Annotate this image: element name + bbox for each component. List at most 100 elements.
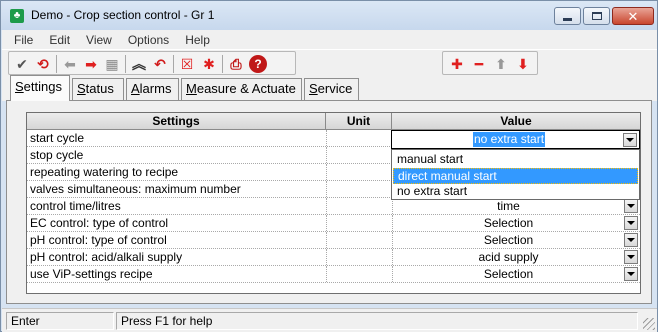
- setting-name: pH control: type of control: [30, 233, 167, 247]
- title-bar[interactable]: ♣ Demo - Crop section control - Gr 1 ✕: [1, 1, 657, 30]
- dropdown-option-no-extra-start[interactable]: no extra start: [393, 184, 638, 200]
- column-header-unit[interactable]: Unit: [326, 113, 392, 130]
- setting-unit: [326, 130, 392, 146]
- setting-value[interactable]: time: [392, 198, 640, 214]
- dropdown-option-direct-manual-start[interactable]: direct manual start: [393, 168, 638, 184]
- tab-status-accel: S: [77, 81, 86, 96]
- setting-unit: [326, 198, 392, 214]
- plus-icon[interactable]: ✚: [447, 54, 467, 74]
- status-mode: Enter: [6, 312, 114, 330]
- chevron-down-icon[interactable]: [624, 233, 638, 247]
- chevron-down-icon[interactable]: [623, 133, 637, 147]
- setting-unit: [326, 181, 392, 197]
- toolbar-group-main: ✔ ⟲ ⬅ ➡ ▦ ︽ ↶ ☒ ✱ ⎙ ?: [8, 51, 296, 75]
- toolbar: ✔ ⟲ ⬅ ➡ ▦ ︽ ↶ ☒ ✱ ⎙ ? ✚ ━ ⬆ ⬇: [2, 49, 657, 75]
- tab-service-accel: S: [309, 81, 318, 96]
- setting-unit: [326, 232, 392, 248]
- arrow-up-icon[interactable]: ⬆: [491, 54, 511, 74]
- tab-measure-actuate[interactable]: Measure & Actuate: [181, 78, 302, 100]
- start-cycle-dropdown-list[interactable]: manual start direct manual start no extr…: [391, 149, 640, 200]
- setting-unit: [326, 249, 392, 265]
- setting-name: valves simultaneous: maximum number: [30, 182, 241, 196]
- chevron-down-icon[interactable]: [624, 267, 638, 281]
- menu-edit[interactable]: Edit: [41, 33, 78, 47]
- app-leaf-icon[interactable]: ♣: [10, 9, 24, 23]
- printer-icon[interactable]: ⎙: [226, 54, 246, 74]
- checkmark-icon[interactable]: ✔: [12, 54, 32, 74]
- setting-unit: [326, 215, 392, 231]
- column-header-settings[interactable]: Settings: [27, 113, 326, 130]
- tab-measure-label: easure & Actuate: [196, 81, 296, 96]
- setting-name: control time/litres: [30, 199, 121, 213]
- chevron-down-icon[interactable]: [624, 250, 638, 264]
- setting-name: start cycle: [30, 131, 85, 145]
- help-icon[interactable]: ?: [249, 55, 267, 73]
- menu-view[interactable]: View: [78, 33, 120, 47]
- table-row[interactable]: control time/litres time: [27, 198, 640, 215]
- window-title: Demo - Crop section control - Gr 1: [31, 8, 215, 22]
- start-cycle-combo[interactable]: no extra start: [391, 130, 640, 149]
- tab-settings[interactable]: Settings: [10, 75, 70, 101]
- setting-value[interactable]: Selection: [392, 215, 640, 231]
- toolbar-separator: [56, 55, 57, 73]
- app-window: ♣ Demo - Crop section control - Gr 1 ✕ F…: [0, 0, 658, 332]
- table-row[interactable]: pH control: type of control Selection: [27, 232, 640, 249]
- minimize-button[interactable]: [554, 7, 581, 25]
- setting-name: use ViP-settings recipe: [30, 267, 153, 281]
- column-header-value[interactable]: Value: [392, 113, 640, 130]
- setting-value[interactable]: Selection: [392, 232, 640, 248]
- toolbar-separator: [125, 55, 126, 73]
- menu-bar: File Edit View Options Help: [2, 30, 657, 49]
- refresh-icon[interactable]: ⟲: [33, 54, 53, 74]
- settings-grid: Settings Unit Value start cycle stop cyc…: [26, 112, 641, 294]
- arrow-down-icon[interactable]: ⬇: [513, 54, 533, 74]
- setting-value[interactable]: Selection: [392, 266, 640, 282]
- toolbar-group-rows: ✚ ━ ⬆ ⬇: [442, 51, 538, 75]
- chevron-down-icon[interactable]: [624, 216, 638, 230]
- tab-settings-accel: S: [15, 79, 24, 94]
- table-icon[interactable]: ▦: [102, 54, 122, 74]
- table-row[interactable]: EC control: type of control Selection: [27, 215, 640, 232]
- tab-service-label: ervice: [317, 81, 353, 96]
- setting-unit: [326, 147, 392, 163]
- arrow-right-icon[interactable]: ➡: [81, 54, 101, 74]
- tab-alarms-label: larms: [139, 81, 172, 96]
- setting-unit: [326, 266, 392, 282]
- tab-alarms[interactable]: Alarms: [126, 78, 179, 100]
- tab-alarms-accel: A: [131, 81, 140, 96]
- settings-panel: Settings Unit Value start cycle stop cyc…: [6, 100, 652, 304]
- setting-name: pH control: acid/alkali supply: [30, 250, 183, 264]
- setting-value[interactable]: acid supply: [392, 249, 640, 265]
- undo-icon[interactable]: ↶: [150, 54, 170, 74]
- menu-help[interactable]: Help: [177, 33, 218, 47]
- resize-grip[interactable]: [643, 318, 655, 330]
- table-row[interactable]: use ViP-settings recipe Selection: [27, 266, 640, 283]
- menu-options[interactable]: Options: [120, 33, 177, 47]
- tab-status-label: tatus: [85, 81, 114, 96]
- collapse-up-icon[interactable]: ︽: [129, 54, 149, 74]
- setting-name: EC control: type of control: [30, 216, 169, 230]
- toolbar-separator: [222, 55, 223, 73]
- tab-settings-label: ettings: [23, 79, 62, 94]
- chevron-down-icon[interactable]: [624, 199, 638, 213]
- maximize-icon: [591, 12, 602, 20]
- setting-name: repeating watering to recipe: [30, 165, 179, 179]
- tab-service[interactable]: Service: [304, 78, 359, 100]
- status-help: Press F1 for help: [116, 312, 638, 330]
- asterisk-icon[interactable]: ✱: [199, 54, 219, 74]
- menu-file[interactable]: File: [6, 33, 41, 47]
- dropdown-option-manual-start[interactable]: manual start: [393, 152, 638, 168]
- setting-unit: [326, 164, 392, 180]
- close-button[interactable]: ✕: [612, 7, 654, 25]
- toolbar-separator: [173, 55, 174, 73]
- tab-status[interactable]: Status: [72, 78, 124, 100]
- maximize-button[interactable]: [583, 7, 610, 25]
- table-row[interactable]: pH control: acid/alkali supply acid supp…: [27, 249, 640, 266]
- minus-icon[interactable]: ━: [469, 54, 489, 74]
- start-cycle-combo-value[interactable]: no extra start: [473, 132, 546, 147]
- tab-strip: Settings Status Alarms Measure & Actuate…: [2, 75, 657, 101]
- status-bar: Enter Press F1 for help: [2, 308, 657, 332]
- arrow-left-icon[interactable]: ⬅: [60, 54, 80, 74]
- close-icon: ✕: [627, 8, 639, 24]
- delete-box-icon[interactable]: ☒: [177, 54, 197, 74]
